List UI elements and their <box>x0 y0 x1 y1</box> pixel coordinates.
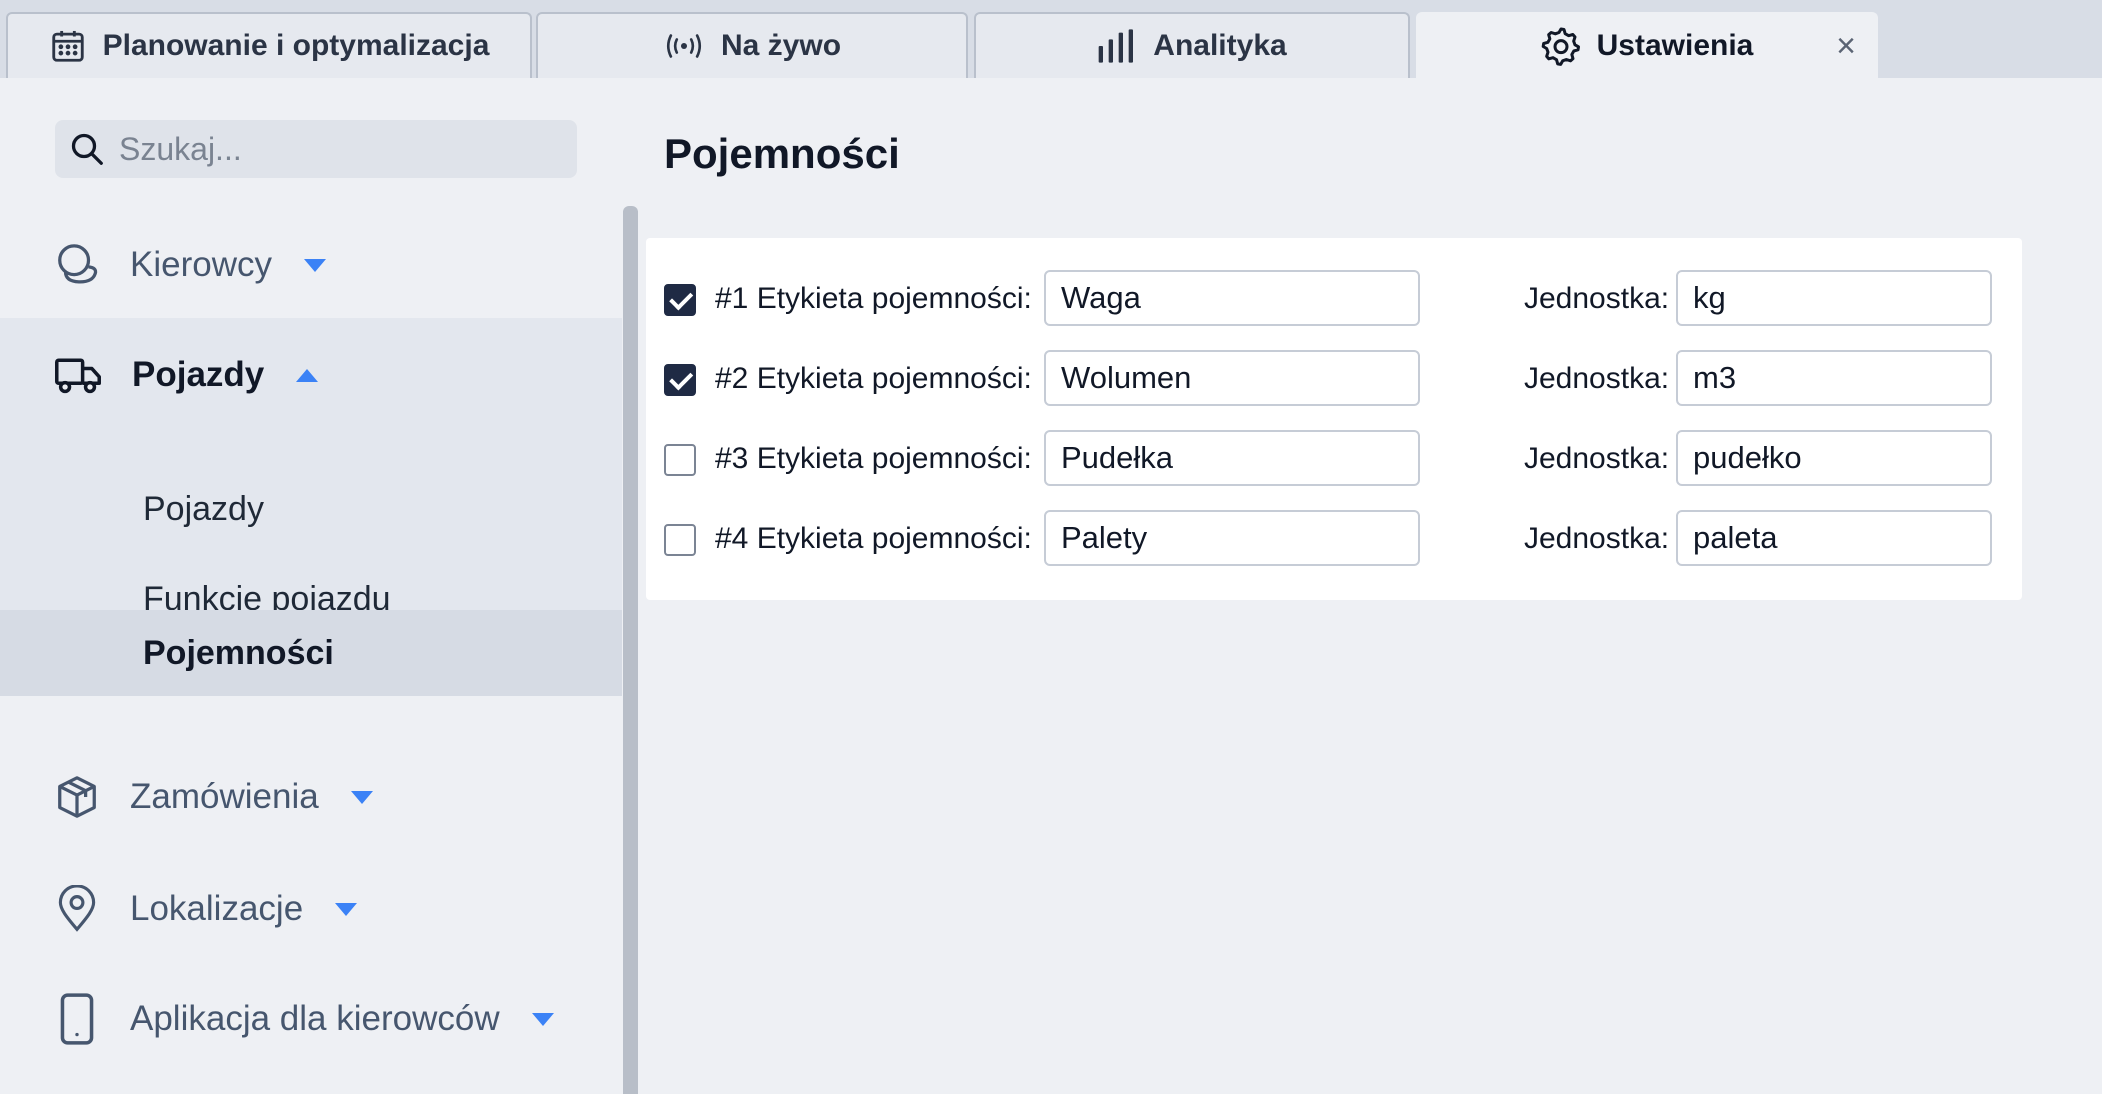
capacity-enabled-checkbox[interactable] <box>664 444 696 476</box>
capacity-enabled-checkbox[interactable] <box>664 524 696 556</box>
gear-icon <box>1541 27 1580 66</box>
sidebar-item-orders[interactable]: Zamówienia <box>0 752 622 842</box>
sidebar-subitem-label: Pojemności <box>143 633 334 672</box>
capacity-row: #4 Etykieta pojemności: Jednostka: <box>646 510 2022 566</box>
capacity-row: #3 Etykieta pojemności: Jednostka: <box>646 430 2022 486</box>
sidebar-item-locations[interactable]: Lokalizacje <box>0 864 622 954</box>
bar-chart-icon <box>1098 29 1134 63</box>
capacity-unit-input[interactable] <box>1676 430 1992 486</box>
capacity-unit-input[interactable] <box>1676 350 1992 406</box>
capacity-row: #2 Etykieta pojemności: Jednostka: <box>646 350 2022 406</box>
capacity-name-input[interactable] <box>1044 510 1420 566</box>
driver-icon <box>58 244 98 284</box>
sidebar: Kierowcy Pojazdy Pojazdy Funkcje pojazdu… <box>0 78 622 1094</box>
sidebar-item-drivers[interactable]: Kierowcy <box>0 220 622 310</box>
tab-label: Analityka <box>1153 29 1287 62</box>
truck-icon <box>55 358 101 394</box>
unit-label: Jednostka: <box>1524 362 1670 395</box>
sidebar-scrollbar[interactable] <box>623 206 638 1094</box>
tab-label: Na żywo <box>720 29 842 62</box>
tab-analytics[interactable]: Analityka <box>974 12 1410 78</box>
sidebar-subitem-label: Pojazdy <box>143 489 264 528</box>
capacity-name-input[interactable] <box>1044 350 1420 406</box>
sidebar-subitem-capacities[interactable]: Pojemności <box>0 610 622 696</box>
tab-live[interactable]: Na żywo <box>536 12 968 78</box>
capacity-unit-input[interactable] <box>1676 270 1992 326</box>
sidebar-item-label: Zamówienia <box>130 777 319 816</box>
search-box[interactable] <box>55 120 577 178</box>
capacity-label: #1 Etykieta pojemności: <box>715 282 1032 315</box>
unit-label: Jednostka: <box>1524 522 1670 555</box>
capacities-panel: #1 Etykieta pojemności: Jednostka: #2 Et… <box>646 238 2022 600</box>
location-pin-icon <box>58 885 96 932</box>
capacity-row: #1 Etykieta pojemności: Jednostka: <box>646 270 2022 326</box>
chevron-down-icon <box>303 258 326 272</box>
live-broadcast-icon <box>666 34 702 58</box>
close-tab-icon[interactable]: × <box>1836 29 1856 63</box>
phone-icon <box>60 993 94 1045</box>
tab-settings[interactable]: Ustawienia × <box>1416 12 1878 78</box>
chevron-up-icon <box>296 368 319 382</box>
sidebar-item-vehicles[interactable]: Pojazdy <box>0 330 622 420</box>
chevron-down-icon <box>350 790 373 804</box>
chevron-down-icon <box>335 902 358 916</box>
sidebar-item-label: Lokalizacje <box>130 889 304 928</box>
search-icon <box>71 133 103 165</box>
capacity-label: #2 Etykieta pojemności: <box>715 362 1032 395</box>
box-icon <box>58 776 96 818</box>
capacity-enabled-checkbox[interactable] <box>664 364 696 396</box>
capacity-name-input[interactable] <box>1044 270 1420 326</box>
tab-label: Planowanie i optymalizacja <box>102 29 490 62</box>
page-title: Pojemności <box>664 130 900 177</box>
sidebar-item-label: Kierowcy <box>130 245 272 284</box>
tab-strip: Planowanie i optymalizacja Na żywo Anali… <box>0 0 2102 78</box>
unit-label: Jednostka: <box>1524 282 1670 315</box>
sidebar-item-driver-app[interactable]: Aplikacja dla kierowców <box>0 974 622 1064</box>
sidebar-subitem-vehicles[interactable]: Pojazdy <box>0 468 622 550</box>
tab-planning[interactable]: Planowanie i optymalizacja <box>6 12 532 78</box>
calendar-icon <box>51 30 84 62</box>
capacity-unit-input[interactable] <box>1676 510 1992 566</box>
sidebar-item-label: Pojazdy <box>132 355 265 394</box>
capacity-label: #4 Etykieta pojemności: <box>715 522 1032 555</box>
tab-label: Ustawienia <box>1596 29 1754 62</box>
unit-label: Jednostka: <box>1524 442 1670 475</box>
capacity-label: #3 Etykieta pojemności: <box>715 442 1032 475</box>
capacity-name-input[interactable] <box>1044 430 1420 486</box>
chevron-down-icon <box>531 1012 554 1026</box>
capacity-enabled-checkbox[interactable] <box>664 284 696 316</box>
sidebar-item-label: Aplikacja dla kierowców <box>130 999 500 1038</box>
search-input[interactable] <box>119 130 559 168</box>
